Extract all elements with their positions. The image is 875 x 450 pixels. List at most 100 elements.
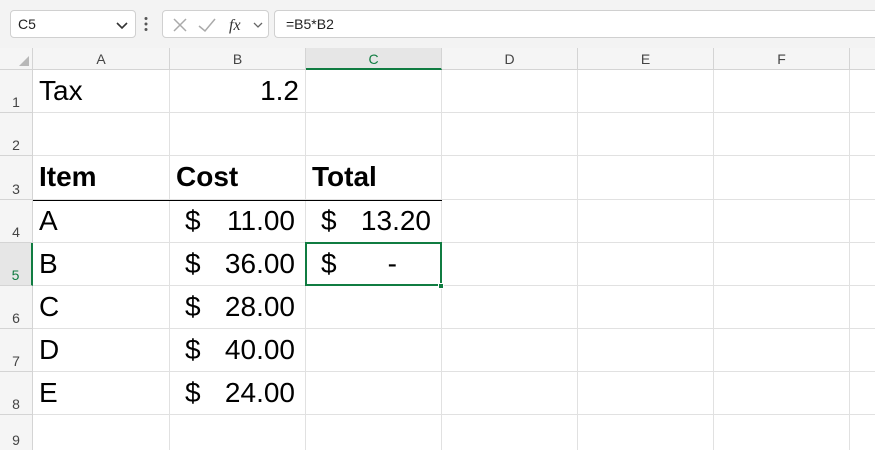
cell-c2[interactable] (306, 113, 442, 156)
cell-b3[interactable]: Cost (170, 156, 306, 200)
cancel-icon[interactable] (171, 16, 189, 34)
cell-d7[interactable] (442, 329, 578, 372)
cell-f8[interactable] (714, 372, 850, 415)
cell-f2[interactable] (714, 113, 850, 156)
row-number: 2 (12, 137, 20, 153)
currency-symbol: $ (185, 377, 201, 408)
cell-b3-text: Cost (176, 161, 239, 192)
cell-d2[interactable] (442, 113, 578, 156)
cell-a6-text: C (39, 291, 60, 322)
cell-a9[interactable] (33, 415, 170, 450)
row-header-2[interactable]: 2 (0, 113, 33, 156)
cell-d1[interactable] (442, 70, 578, 113)
row-header-8[interactable]: 8 (0, 372, 33, 415)
cell-b6[interactable]: $28.00 (170, 286, 306, 329)
cell-e9[interactable] (578, 415, 714, 450)
cell-d5[interactable] (442, 243, 578, 286)
cell-g1[interactable] (850, 70, 875, 113)
cell-g9[interactable] (850, 415, 875, 450)
cell-d8[interactable] (442, 372, 578, 415)
cell-c6[interactable] (306, 286, 442, 329)
cell-a3[interactable]: Item (33, 156, 170, 200)
column-header-e[interactable]: E (578, 48, 714, 70)
cell-b5-value: 36.00 (224, 248, 295, 279)
row-header-7[interactable]: 7 (0, 329, 33, 372)
row-number: 3 (12, 181, 20, 197)
cell-f6[interactable] (714, 286, 850, 329)
cell-e7[interactable] (578, 329, 714, 372)
cell-b5[interactable]: $36.00 (170, 243, 306, 286)
cell-c9[interactable] (306, 415, 442, 450)
cell-f4[interactable] (714, 200, 850, 243)
cell-d4[interactable] (442, 200, 578, 243)
cell-b4-value: 11.00 (227, 205, 295, 236)
cell-a7[interactable]: D (33, 329, 170, 372)
cell-e5[interactable] (578, 243, 714, 286)
row-header-3[interactable]: 3 (0, 156, 33, 200)
cell-a4[interactable]: A (33, 200, 170, 243)
cell-c8[interactable] (306, 372, 442, 415)
formula-input[interactable]: =B5*B2 (274, 10, 875, 38)
cell-b2[interactable] (170, 113, 306, 156)
cell-c3-text: Total (312, 161, 377, 192)
cell-g7[interactable] (850, 329, 875, 372)
cell-f9[interactable] (714, 415, 850, 450)
cell-a4-text: A (39, 205, 58, 236)
currency-symbol: $ (185, 248, 201, 279)
cell-g8[interactable] (850, 372, 875, 415)
cell-c3[interactable]: Total (306, 156, 442, 200)
cell-a6[interactable]: C (33, 286, 170, 329)
cell-g4[interactable] (850, 200, 875, 243)
cell-e3[interactable] (578, 156, 714, 200)
cell-d6[interactable] (442, 286, 578, 329)
column-header-next[interactable] (850, 48, 875, 70)
row-header-1[interactable]: 1 (0, 70, 33, 113)
cell-g2[interactable] (850, 113, 875, 156)
row-header-9[interactable]: 9 (0, 415, 33, 450)
cell-f1[interactable] (714, 70, 850, 113)
cell-a8[interactable]: E (33, 372, 170, 415)
cell-a5[interactable]: B (33, 243, 170, 286)
column-header-a[interactable]: A (33, 48, 170, 70)
row-header-6[interactable]: 6 (0, 286, 33, 329)
cell-b1[interactable]: 1.2 (170, 70, 306, 113)
cell-c1[interactable] (306, 70, 442, 113)
cell-f7[interactable] (714, 329, 850, 372)
cell-a1[interactable]: Tax (33, 70, 170, 113)
cell-e4[interactable] (578, 200, 714, 243)
cell-g6[interactable] (850, 286, 875, 329)
cell-d3[interactable] (442, 156, 578, 200)
more-options-icon[interactable] (144, 16, 148, 32)
row-header-4[interactable]: 4 (0, 200, 33, 243)
column-header-b[interactable]: B (170, 48, 306, 70)
chevron-down-icon[interactable] (252, 18, 264, 32)
cell-d9[interactable] (442, 415, 578, 450)
fill-handle[interactable] (438, 283, 444, 289)
row-number: 6 (12, 310, 20, 326)
cell-c7[interactable] (306, 329, 442, 372)
enter-check-icon[interactable] (197, 16, 217, 34)
cell-e8[interactable] (578, 372, 714, 415)
column-header-f[interactable]: F (714, 48, 850, 70)
cell-e2[interactable] (578, 113, 714, 156)
column-header-c[interactable]: C (306, 48, 442, 70)
cell-b7[interactable]: $40.00 (170, 329, 306, 372)
cell-g3[interactable] (850, 156, 875, 200)
cell-f5[interactable] (714, 243, 850, 286)
cell-c4[interactable]: $13.20 (306, 200, 442, 243)
chevron-down-icon[interactable] (115, 18, 129, 32)
insert-function-icon[interactable]: fx (227, 16, 251, 34)
cell-g5[interactable] (850, 243, 875, 286)
name-box[interactable]: C5 (10, 10, 136, 38)
cell-b4[interactable]: $11.00 (170, 200, 306, 243)
formula-controls: fx (162, 10, 269, 38)
select-all-corner[interactable] (0, 48, 33, 70)
cell-b8[interactable]: $24.00 (170, 372, 306, 415)
cell-f3[interactable] (714, 156, 850, 200)
cell-b9[interactable] (170, 415, 306, 450)
column-header-d[interactable]: D (442, 48, 578, 70)
cell-a2[interactable] (33, 113, 170, 156)
cell-e1[interactable] (578, 70, 714, 113)
row-header-5[interactable]: 5 (0, 243, 33, 286)
cell-e6[interactable] (578, 286, 714, 329)
